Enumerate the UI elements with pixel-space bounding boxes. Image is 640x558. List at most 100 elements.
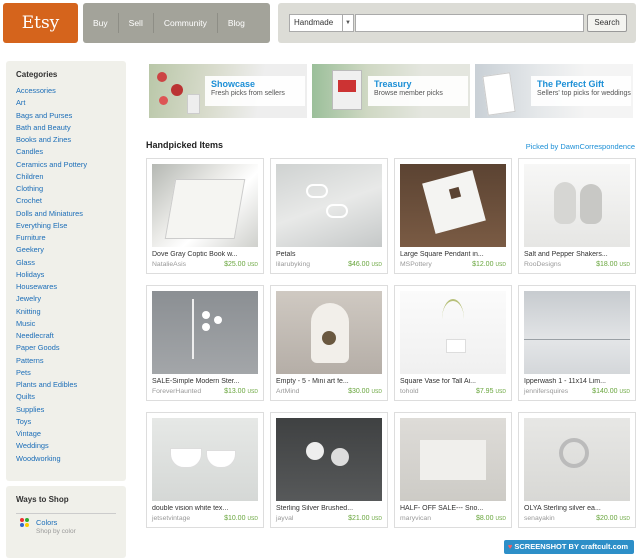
item-title[interactable]: Petals [276,251,384,258]
categories-title: Categories [16,70,58,79]
ways-to-shop-title: Ways to Shop [16,495,69,504]
item-card[interactable]: HALF- OFF SALE--- Sno... maryvican $8.00 U… [394,412,512,528]
item-seller[interactable]: ForeverHaunted [152,388,201,395]
nav-community[interactable]: Community [154,13,218,33]
etsy-logo[interactable]: Etsy [3,3,78,43]
colors-label: Colors [36,518,58,527]
item-title[interactable]: Dove Gray Coptic Book w... [152,251,260,258]
nav-blog[interactable]: Blog [218,13,255,33]
category-link[interactable]: Glass [16,257,126,269]
category-link[interactable]: Geekery [16,244,126,256]
banner-perfect-gift[interactable]: The Perfect Gift Sellers' top picks for … [475,64,633,118]
item-seller[interactable]: maryvican [400,515,431,522]
item-image[interactable] [276,164,382,247]
banner-showcase[interactable]: Showcase Fresh picks from sellers [149,64,307,118]
item-title[interactable]: Sterling Silver Brushed... [276,505,384,512]
item-title[interactable]: HALF- OFF SALE--- Sno... [400,505,508,512]
item-title[interactable]: Salt and Pepper Shakers... [524,251,632,258]
item-image[interactable] [524,418,630,501]
nav-sell[interactable]: Sell [119,13,154,33]
category-link[interactable]: Dolls and Miniatures [16,208,126,220]
category-link[interactable]: Needlecraft [16,330,126,342]
category-link[interactable]: Everything Else [16,220,126,232]
item-card[interactable]: Sterling Silver Brushed... jayval $21.00 U… [270,412,388,528]
search-category-select[interactable]: Handmade ▼ [289,14,354,32]
item-title[interactable]: Empty - 5 - Mini art fe... [276,378,384,385]
item-card[interactable]: Ipperwash 1 - 11x14 Lim... jennifersquire… [518,285,636,401]
item-card[interactable]: Salt and Pepper Shakers... RooDesigns $18.… [518,158,636,274]
item-currency: USD [495,516,506,522]
item-image[interactable] [152,291,258,374]
item-card[interactable]: Square Vase for Tall Ai... tohold $7.95 US… [394,285,512,401]
category-link[interactable]: Furniture [16,232,126,244]
category-link[interactable]: Candles [16,146,126,158]
colors-link[interactable]: Colors Shop by color [20,518,76,535]
item-image[interactable] [276,418,382,501]
item-card[interactable]: double vision white tex... jetsetvintage $… [146,412,264,528]
category-link[interactable]: Knitting [16,306,126,318]
category-link[interactable]: Paper Goods [16,342,126,354]
item-price: $25.00 USD [224,261,258,268]
item-card[interactable]: Large Square Pendant in... MSPottery $12.0… [394,158,512,274]
banner-treasury[interactable]: Treasury Browse member picks [312,64,470,118]
item-image[interactable] [400,418,506,501]
category-link[interactable]: Toys [16,416,126,428]
item-image[interactable] [524,164,630,247]
item-title[interactable]: double vision white tex... [152,505,260,512]
nav-buy[interactable]: Buy [83,13,119,33]
item-seller[interactable]: lilarubyking [276,261,310,268]
category-link[interactable]: Books and Zines [16,134,126,146]
category-link[interactable]: Ceramics and Pottery [16,159,126,171]
category-link[interactable]: Bags and Purses [16,110,126,122]
category-link[interactable]: Jewelry [16,293,126,305]
search-button[interactable]: Search [587,14,627,32]
item-seller[interactable]: MSPottery [400,261,432,268]
item-card[interactable]: Dove Gray Coptic Book w... NatalieAsis $25… [146,158,264,274]
item-card[interactable]: Empty - 5 - Mini art fe... ArtMind $30.00 … [270,285,388,401]
item-seller[interactable]: NatalieAsis [152,261,186,268]
category-link[interactable]: Vintage [16,428,126,440]
item-title[interactable]: Large Square Pendant in... [400,251,508,258]
item-image[interactable] [276,291,382,374]
category-link[interactable]: Woodworking [16,453,126,465]
item-seller[interactable]: jetsetvintage [152,515,190,522]
item-seller[interactable]: tohold [400,388,419,395]
item-card[interactable]: OLYA Sterling silver ea... senayakin $20.0… [518,412,636,528]
category-link[interactable]: Accessories [16,85,126,97]
search-input[interactable] [355,14,584,32]
category-link[interactable]: Plants and Edibles [16,379,126,391]
item-seller[interactable]: senayakin [524,515,555,522]
item-seller[interactable]: RooDesigns [524,261,561,268]
category-link[interactable]: Housewares [16,281,126,293]
item-card[interactable]: SALE-Simple Modern Ster... ForeverHaunted… [146,285,264,401]
category-list: Accessories Art Bags and Purses Bath and Be… [6,85,126,465]
category-link[interactable]: Art [16,97,126,109]
item-image[interactable] [152,164,258,247]
item-seller[interactable]: ArtMind [276,388,299,395]
category-link[interactable]: Holidays [16,269,126,281]
picked-by-link[interactable]: Picked by DawnCorrespondence [526,142,635,151]
category-link[interactable]: Bath and Beauty [16,122,126,134]
category-link[interactable]: Quilts [16,391,126,403]
category-link[interactable]: Crochet [16,195,126,207]
category-link[interactable]: Supplies [16,404,126,416]
item-seller[interactable]: jennifersquires [524,388,568,395]
item-image[interactable] [524,291,630,374]
item-image[interactable] [400,291,506,374]
category-link[interactable]: Pets [16,367,126,379]
item-title[interactable]: SALE-Simple Modern Ster... [152,378,260,385]
item-currency: USD [495,262,506,268]
category-link[interactable]: Weddings [16,440,126,452]
item-card[interactable]: Petals lilarubyking $46.00 USD [270,158,388,274]
category-link[interactable]: Music [16,318,126,330]
item-currency: USD [619,262,630,268]
item-image[interactable] [152,418,258,501]
category-link[interactable]: Children [16,171,126,183]
category-link[interactable]: Clothing [16,183,126,195]
item-title[interactable]: Ipperwash 1 - 11x14 Lim... [524,378,632,385]
item-seller[interactable]: jayval [276,515,293,522]
item-title[interactable]: Square Vase for Tall Ai... [400,378,508,385]
category-link[interactable]: Patterns [16,355,126,367]
item-title[interactable]: OLYA Sterling silver ea... [524,505,632,512]
item-image[interactable] [400,164,506,247]
